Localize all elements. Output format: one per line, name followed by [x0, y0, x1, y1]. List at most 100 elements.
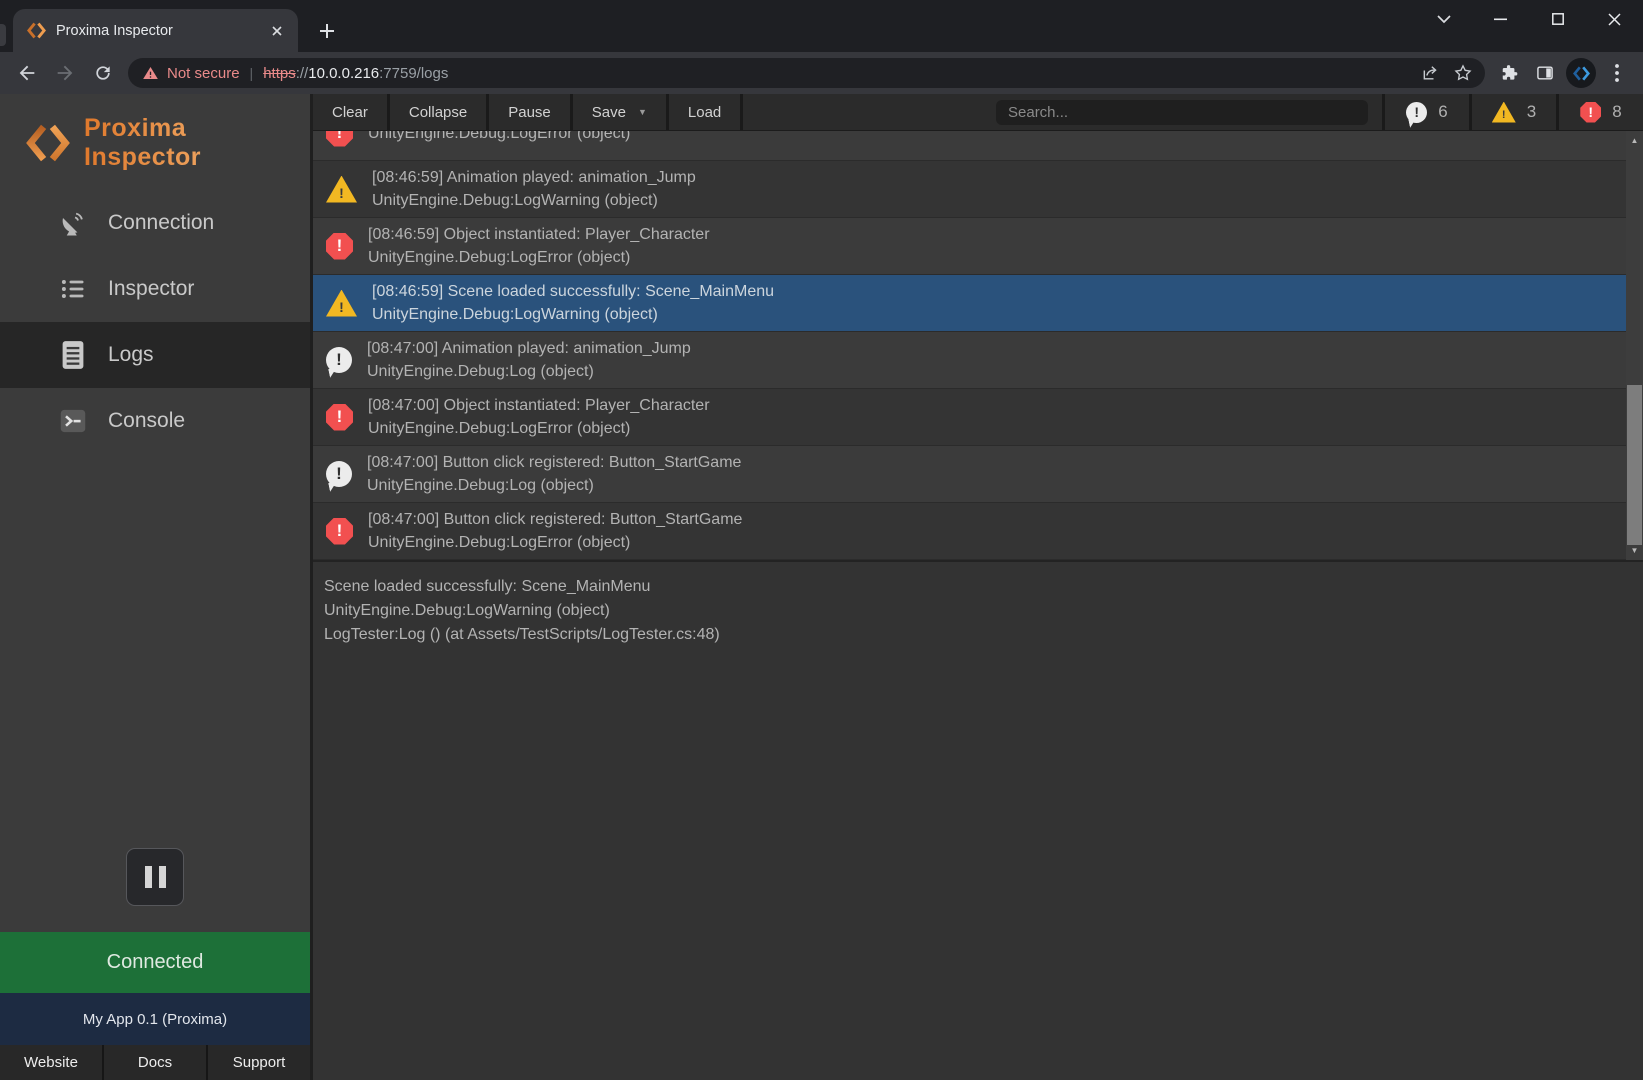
log-message: [08:47:00] Object instantiated: Player_C…	[368, 394, 710, 417]
sidebar-item-logs[interactable]: Logs	[0, 322, 310, 388]
warning-log-icon: !	[326, 176, 357, 203]
log-entry-info[interactable]: ! [08:47:00] Button click registered: But…	[313, 446, 1626, 503]
bookmark-star-icon[interactable]	[1447, 59, 1479, 87]
window-controls	[1415, 0, 1643, 38]
log-message: [08:46:59] Object instantiated: Player_C…	[368, 223, 710, 246]
connected-app-label: My App 0.1 (Proxima)	[0, 993, 310, 1045]
log-entry-error[interactable]: ! [08:47:00] Button click registered: But…	[313, 503, 1626, 560]
log-message: [08:47:00] Button click registered: Butt…	[368, 508, 742, 531]
log-entry-error[interactable]: !UnityEngine.Debug:LogError (object)	[313, 131, 1626, 161]
sidebar-menu: Connection Inspector Logs Console	[0, 190, 310, 454]
logs-icon	[54, 339, 92, 371]
sidebar-item-label: Inspector	[108, 277, 194, 301]
log-entry-warning[interactable]: ! [08:46:59] Scene loaded successfully: S…	[313, 275, 1626, 332]
detail-line: UnityEngine.Debug:LogWarning (object)	[324, 599, 1623, 623]
browser-tab-bar: Proxima Inspector	[0, 0, 1643, 52]
connection-icon	[54, 207, 92, 239]
inspector-icon	[54, 273, 92, 305]
console-icon	[54, 405, 92, 437]
pause-icon	[145, 866, 152, 888]
warning-count-filter[interactable]: ! 3	[1469, 94, 1556, 130]
log-stack: UnityEngine.Debug:LogWarning (object)	[372, 303, 774, 326]
tab-search-chevron-icon[interactable]	[1415, 0, 1472, 38]
sidebar-footer: WebsiteDocsSupport	[0, 1045, 310, 1080]
collapse-button[interactable]: Collapse	[390, 94, 489, 130]
save-dropdown-caret-icon[interactable]: ▼	[638, 107, 647, 117]
pause-button[interactable]: Pause	[489, 94, 573, 130]
scroll-up-arrow-icon[interactable]: ▲	[1626, 133, 1643, 148]
sidebar-item-console[interactable]: Console	[0, 388, 310, 454]
reload-icon[interactable]	[84, 56, 122, 90]
log-entry-error[interactable]: ![08:47:00] Object instantiated: Player_…	[313, 389, 1626, 446]
proxima-extension-icon[interactable]	[1563, 56, 1599, 90]
logs-page: ClearCollapsePauseSave▼Load ! 6 ! 3 ! 8 …	[310, 94, 1643, 1080]
extensions-area	[1491, 56, 1635, 90]
log-entry-error[interactable]: ! [08:46:59] Object instantiated: Player_…	[313, 218, 1626, 275]
load-button[interactable]: Load	[669, 94, 743, 130]
forward-icon[interactable]	[46, 56, 84, 90]
warning-log-icon: !	[1492, 102, 1516, 123]
sidebar-item-label: Connection	[108, 211, 214, 235]
logs-toolbar: ClearCollapsePauseSave▼Load ! 6 ! 3 ! 8	[313, 94, 1643, 131]
warning-count: 3	[1527, 102, 1536, 122]
info-log-icon: !	[326, 461, 352, 487]
toolbar-buttons: ClearCollapsePauseSave▼Load	[313, 94, 743, 130]
search-input[interactable]	[996, 100, 1368, 125]
scroll-down-arrow-icon[interactable]: ▼	[1626, 543, 1643, 558]
footer-link-website[interactable]: Website	[0, 1045, 104, 1080]
window-close-button[interactable]	[1586, 0, 1643, 38]
share-icon[interactable]	[1415, 59, 1447, 87]
browser-tab[interactable]: Proxima Inspector	[13, 9, 298, 52]
sidebar-item-label: Logs	[108, 343, 154, 367]
tab-title: Proxima Inspector	[56, 23, 266, 39]
log-message: [08:47:00] Animation played: animation_J…	[367, 337, 691, 360]
log-message: [08:46:59] Scene loaded successfully: Sc…	[372, 280, 774, 303]
sidebar-item-inspector[interactable]: Inspector	[0, 256, 310, 322]
info-count-filter[interactable]: ! 6	[1382, 94, 1469, 130]
sidebar-item-connection[interactable]: Connection	[0, 190, 310, 256]
error-count-filter[interactable]: ! 8	[1556, 94, 1643, 130]
not-secure-warning-icon	[142, 65, 159, 81]
log-message: [08:46:59] Animation played: animation_J…	[372, 166, 696, 189]
browser-menu-dots-icon[interactable]	[1599, 56, 1635, 90]
footer-link-docs[interactable]: Docs	[104, 1045, 208, 1080]
tab-close-icon[interactable]	[266, 20, 288, 42]
save-button[interactable]: Save▼	[573, 94, 669, 130]
scrollbar-thumb[interactable]	[1627, 385, 1642, 545]
window-minimize-button[interactable]	[1472, 0, 1529, 38]
log-entry-info[interactable]: ![08:47:00] Animation played: animation_…	[313, 332, 1626, 389]
log-detail-pane: Scene loaded successfully: Scene_MainMen…	[313, 560, 1643, 1080]
connection-status-banner: Connected	[0, 932, 310, 993]
app-title: Proxima Inspector	[84, 114, 310, 172]
not-secure-label[interactable]: Not secure	[167, 65, 240, 82]
log-entry-warning[interactable]: ! [08:46:59] Animation played: animation_…	[313, 161, 1626, 218]
detail-line: LogTester:Log () (at Assets/TestScripts/…	[324, 623, 1623, 647]
error-log-icon: !	[326, 233, 353, 260]
back-icon[interactable]	[8, 56, 46, 90]
url-scheme: https	[263, 65, 296, 82]
log-message: [08:47:00] Button click registered: Butt…	[367, 451, 741, 474]
log-stack: UnityEngine.Debug:LogWarning (object)	[372, 189, 696, 212]
clear-button[interactable]: Clear	[313, 94, 390, 130]
extensions-puzzle-icon[interactable]	[1491, 56, 1527, 90]
sidebar-item-label: Console	[108, 409, 185, 433]
window-maximize-button[interactable]	[1529, 0, 1586, 38]
info-log-icon: !	[1406, 102, 1427, 123]
proxima-logo-icon	[26, 124, 70, 162]
favicon-proxima-icon	[27, 22, 46, 39]
log-scrollbar[interactable]: ▲ ▼	[1626, 131, 1643, 560]
address-bar[interactable]: Not secure | https://10.0.0.216:7759/log…	[128, 58, 1485, 88]
sidebar: Proxima Inspector Connection Inspector Log…	[0, 94, 310, 1080]
error-count: 8	[1612, 102, 1621, 122]
side-panel-icon[interactable]	[1527, 56, 1563, 90]
warning-log-icon: !	[326, 290, 357, 317]
address-separator: |	[250, 65, 254, 81]
footer-link-support[interactable]: Support	[208, 1045, 310, 1080]
log-stack: UnityEngine.Debug:LogError (object)	[368, 417, 710, 440]
pause-stream-button[interactable]	[126, 848, 184, 906]
log-stack: UnityEngine.Debug:Log (object)	[367, 474, 741, 497]
log-stack: UnityEngine.Debug:Log (object)	[367, 360, 691, 383]
url-path: :7759/logs	[379, 65, 448, 82]
new-tab-button[interactable]	[312, 17, 342, 45]
error-log-icon: !	[326, 518, 353, 545]
